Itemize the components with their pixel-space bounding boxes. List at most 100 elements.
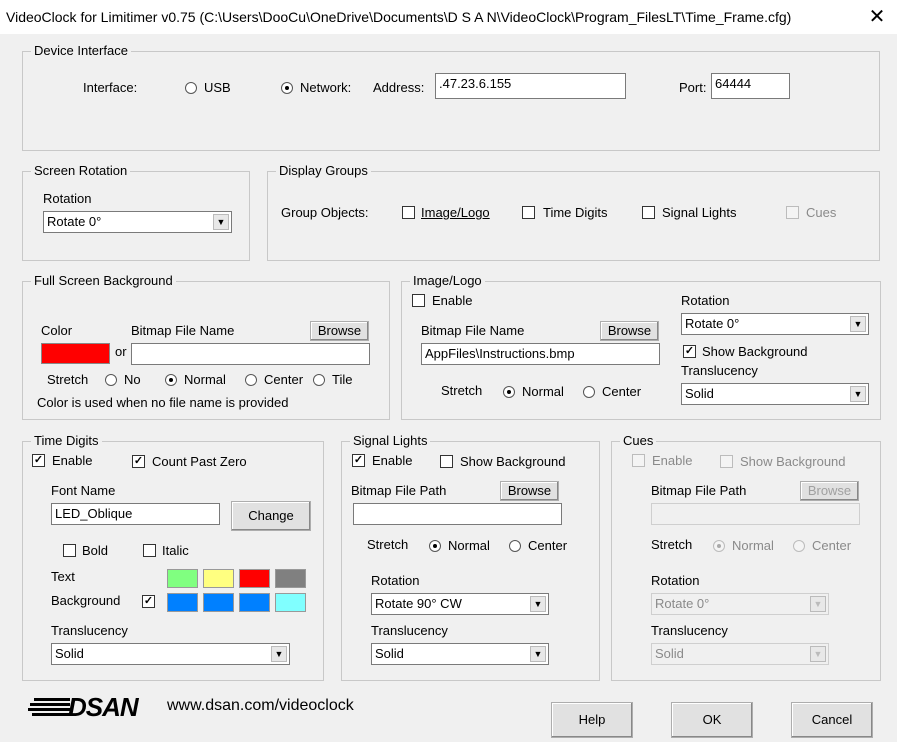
help-button[interactable]: Help [551,702,633,738]
group-cues-checkbox[interactable] [786,206,799,219]
signal-rotation-select[interactable]: Rotate 90° CW ▼ [371,593,549,615]
network-label: Network: [300,80,352,95]
cues-bitmap-input[interactable] [651,503,860,525]
group-signal-lights-checkbox[interactable] [642,206,655,219]
signal-translucency-value: Solid [375,646,404,661]
cues-stretch-normal-radio[interactable] [713,540,725,552]
bg-stretch-no-label: No [124,372,141,387]
group-time-digits-checkbox[interactable] [522,206,535,219]
italic-label: Italic [162,543,189,558]
address-input[interactable]: .47.23.6.155 [435,73,626,99]
image-enable-checkbox[interactable] [412,294,425,307]
signal-translucency-select[interactable]: Solid ▼ [371,643,549,665]
text-color-swatch[interactable] [167,569,198,588]
bg-bitmap-input[interactable] [131,343,370,365]
image-rotation-select[interactable]: Rotate 0° ▼ [681,313,869,335]
signal-lights-legend: Signal Lights [350,433,431,448]
cues-show-background-checkbox[interactable] [720,455,733,468]
full-screen-background-legend: Full Screen Background [31,273,176,288]
image-browse-button[interactable]: Browse [600,321,659,341]
bg-color-swatch[interactable] [41,343,110,364]
cues-enable-label: Enable [652,453,693,468]
italic-checkbox[interactable] [143,544,156,557]
image-bitmap-label: Bitmap File Name [421,323,525,338]
text-color-swatch[interactable] [275,569,306,588]
signal-enable-checkbox[interactable]: ✓ [352,454,365,467]
chevron-down-icon: ▼ [530,596,546,612]
signal-stretch-normal-label: Normal [448,538,490,553]
change-font-button[interactable]: Change [231,501,311,531]
ok-button[interactable]: OK [671,702,753,738]
bg-stretch-normal-radio[interactable] [165,374,177,386]
signal-stretch-center-radio[interactable] [509,540,521,552]
text-color-swatch[interactable] [203,569,234,588]
usb-label: USB [204,80,231,95]
cancel-button[interactable]: Cancel [791,702,873,738]
bg-stretch-center-label: Center [264,372,304,387]
close-icon[interactable]: ✕ [862,4,892,30]
image-stretch-center-radio[interactable] [583,386,595,398]
image-stretch-normal-radio[interactable] [503,386,515,398]
signal-browse-button[interactable]: Browse [500,481,559,501]
cues-browse-button[interactable]: Browse [800,481,859,501]
count-past-zero-checkbox[interactable]: ✓ [132,455,145,468]
bold-label: Bold [82,543,109,558]
screen-rotation-legend: Screen Rotation [31,163,131,178]
image-rotation-label: Rotation [681,293,730,308]
cues-rotation-select[interactable]: Rotate 0° ▼ [651,593,829,615]
digits-enable-checkbox[interactable]: ✓ [32,454,45,467]
signal-stretch-label: Stretch [367,537,409,552]
bg-browse-button[interactable]: Browse [310,321,369,341]
bg-stretch-label: Stretch [47,372,89,387]
website-label: www.dsan.com/videoclock [167,697,354,714]
image-bitmap-input[interactable]: AppFiles\Instructions.bmp [421,343,660,365]
background-color-swatch[interactable] [239,593,270,612]
text-color-swatch[interactable] [239,569,270,588]
image-translucency-select[interactable]: Solid ▼ [681,383,869,405]
screen-rotation-select[interactable]: Rotate 0° ▼ [43,211,232,233]
title-bar: VideoClock for Limitimer v0.75 (C:\Users… [0,0,897,34]
cues-rotation-label: Rotation [651,573,700,588]
cues-stretch-center-radio[interactable] [793,540,805,552]
network-radio[interactable] [281,82,293,94]
group-image-logo-label: Image/Logo [421,205,490,220]
signal-show-background-checkbox[interactable] [440,455,453,468]
port-input[interactable]: 64444 [711,73,790,99]
background-color-swatch[interactable] [167,593,198,612]
cues-legend: Cues [620,433,657,448]
digits-background-checkbox[interactable]: ✓ [142,595,155,608]
signal-bitmap-input[interactable] [353,503,562,525]
bg-stretch-center-radio[interactable] [245,374,257,386]
image-translucency-value: Solid [685,386,714,401]
cues-translucency-value: Solid [655,646,684,661]
cues-enable-checkbox[interactable] [632,454,645,467]
background-color-swatch[interactable] [275,593,306,612]
digits-translucency-value: Solid [55,646,84,661]
group-time-digits-label: Time Digits [543,205,608,220]
usb-radio[interactable] [185,82,197,94]
bg-stretch-tile-radio[interactable] [313,374,325,386]
chevron-down-icon: ▼ [213,214,229,230]
group-signal-lights-label: Signal Lights [662,205,737,220]
group-image-logo-checkbox[interactable] [402,206,415,219]
cues-show-background-label: Show Background [740,454,846,469]
image-show-background-checkbox[interactable]: ✓ [683,345,696,358]
font-name-input[interactable]: LED_Oblique [51,503,220,525]
image-enable-label: Enable [432,293,473,308]
display-groups-legend: Display Groups [276,163,371,178]
cues-translucency-label: Translucency [651,623,728,638]
digits-translucency-label: Translucency [51,623,128,638]
bold-checkbox[interactable] [63,544,76,557]
digits-translucency-select[interactable]: Solid ▼ [51,643,290,665]
chevron-down-icon: ▼ [810,646,826,662]
cues-stretch-center-label: Center [812,538,852,553]
signal-stretch-normal-radio[interactable] [429,540,441,552]
count-past-zero-label: Count Past Zero [152,454,247,469]
background-color-swatch[interactable] [203,593,234,612]
dsan-speed-lines-icon [28,698,70,716]
cues-translucency-select[interactable]: Solid ▼ [651,643,829,665]
address-label: Address: [373,80,425,95]
chevron-down-icon: ▼ [850,316,866,332]
dsan-logo: DSAN [28,692,154,722]
bg-stretch-no-radio[interactable] [105,374,117,386]
